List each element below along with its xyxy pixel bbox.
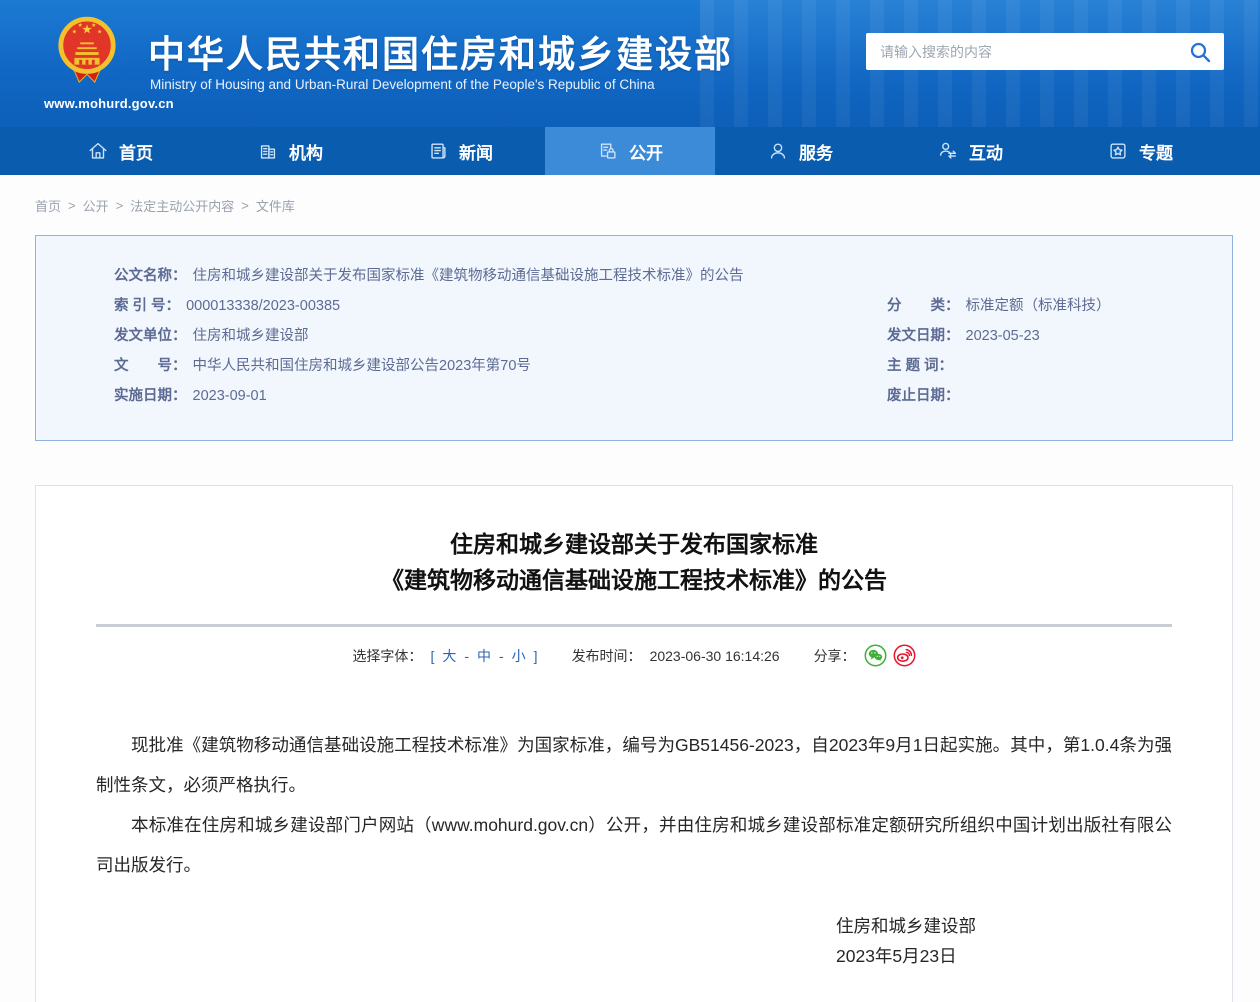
meta-doc-number: 文 号： 中华人民共和国住房和城乡建设部公告2023年第70号 (114, 356, 531, 376)
breadcrumb-current: 文件库 (256, 196, 295, 215)
article-paragraph-2: 本标准在住房和城乡建设部门户网站（www.mohurd.gov.cn）公开，并由… (96, 805, 1172, 885)
meta-implementation-date: 实施日期： 2023-09-01 (114, 386, 267, 406)
signature-block: 住房和城乡建设部 2023年5月23日 (836, 911, 1172, 971)
national-emblem-icon: ★ ★ ★ ★ ★ (56, 12, 118, 96)
article-title-line1: 住房和城乡建设部关于发布国家标准 (36, 526, 1232, 562)
meta-value: 中华人民共和国住房和城乡建设部公告2023年第70号 (193, 358, 531, 374)
nav-label: 公开 (629, 139, 663, 164)
article-meta-row: 选择字体： [ 大 - 中 - 小] 发布时间： 2023-06-30 16:14:2… (36, 644, 1232, 667)
share-label: 分享： (814, 646, 856, 666)
nav-item-news[interactable]: 新闻 (375, 127, 545, 175)
font-size-small-button[interactable]: 小 (512, 646, 526, 666)
special-topic-icon (1107, 140, 1129, 162)
wechat-share-icon[interactable] (864, 644, 887, 667)
news-icon (427, 140, 449, 162)
nav-label: 互动 (969, 139, 1003, 164)
article-paragraph-1: 现批准《建筑物移动通信基础设施工程技术标准》为国家标准，编号为GB51456-2… (96, 725, 1172, 805)
organization-icon (257, 140, 279, 162)
title-divider (96, 624, 1172, 627)
nav-item-disclosure[interactable]: 公开 (545, 127, 715, 175)
meta-value: 住房和城乡建设部关于发布国家标准《建筑物移动通信基础设施工程技术标准》的公告 (193, 268, 744, 284)
document-meta-box: 公文名称： 住房和城乡建设部关于发布国家标准《建筑物移动通信基础设施工程技术标准》… (35, 235, 1233, 441)
meta-label: 公文名称： (114, 268, 187, 284)
font-bracket-close: ] (534, 648, 538, 664)
font-size-medium-button[interactable]: 中 (477, 646, 491, 666)
meta-subject-words: 主 题 词： (887, 356, 959, 376)
nav-item-interaction[interactable]: 互动 (885, 127, 1055, 175)
nav-item-home[interactable]: 首页 (35, 127, 205, 175)
font-bracket-open: [ (430, 648, 434, 664)
meta-label: 发文日期： (887, 328, 960, 344)
service-icon (767, 140, 789, 162)
meta-value: 2023-05-23 (966, 328, 1040, 344)
breadcrumb-separator: > (68, 198, 76, 213)
breadcrumb-disclosure[interactable]: 公开 (83, 196, 109, 215)
meta-label: 废止日期： (887, 388, 960, 404)
publish-time-label: 发布时间： (572, 646, 642, 666)
meta-label: 文 号： (114, 358, 187, 374)
font-separator: - (499, 648, 504, 664)
nav-label: 新闻 (459, 139, 493, 164)
site-title: 中华人民共和国住房和城乡建设部 (148, 24, 733, 78)
meta-label: 主 题 词： (887, 358, 953, 374)
nav-label: 首页 (119, 139, 153, 164)
main-navigation: 首页 机构 新闻 (0, 127, 1260, 175)
signature-organization: 住房和城乡建设部 (836, 911, 1172, 941)
svg-text:★: ★ (91, 22, 96, 29)
meta-label: 实施日期： (114, 388, 187, 404)
article-container: 住房和城乡建设部关于发布国家标准 《建筑物移动通信基础设施工程技术标准》的公告 … (35, 485, 1233, 1002)
search-button[interactable] (1188, 40, 1212, 64)
font-size-large-button[interactable]: 大 (442, 646, 456, 666)
search-icon (1188, 40, 1212, 64)
nav-label: 服务 (799, 139, 833, 164)
meta-label: 索 引 号： (114, 298, 180, 314)
nav-label: 机构 (289, 139, 323, 164)
nav-item-service[interactable]: 服务 (715, 127, 885, 175)
meta-issuer: 发文单位： 住房和城乡建设部 (114, 326, 309, 346)
nav-label: 专题 (1139, 139, 1173, 164)
interaction-icon (937, 140, 959, 162)
svg-text:★: ★ (97, 29, 102, 36)
article-title-line2: 《建筑物移动通信基础设施工程技术标准》的公告 (36, 562, 1232, 598)
weibo-share-icon[interactable] (893, 644, 916, 667)
svg-text:★: ★ (72, 29, 77, 36)
breadcrumb-separator: > (116, 198, 124, 213)
meta-category: 分 类： 标准定额（标准科技） (887, 296, 1111, 316)
meta-value: 2023-09-01 (193, 388, 267, 404)
nav-item-special-topic[interactable]: 专题 (1055, 127, 1225, 175)
font-size-label: 选择字体： (352, 646, 422, 666)
meta-label: 发文单位： (114, 328, 187, 344)
signature-date: 2023年5月23日 (836, 941, 1172, 971)
meta-abolish-date: 废止日期： (887, 386, 966, 406)
home-icon (87, 140, 109, 162)
breadcrumb-separator: > (241, 198, 249, 213)
meta-publish-date: 发文日期： 2023-05-23 (887, 326, 1040, 346)
search-input[interactable] (880, 44, 1188, 60)
site-subtitle-english: Ministry of Housing and Urban-Rural Deve… (150, 77, 655, 92)
publish-time-value: 2023-06-30 16:14:26 (650, 648, 780, 664)
disclosure-icon (597, 140, 619, 162)
page: ★ ★ ★ ★ ★ www.mohurd.gov.cn 中华人民共和国住房和城乡… (0, 0, 1260, 1002)
font-separator: - (464, 648, 469, 664)
site-header: ★ ★ ★ ★ ★ www.mohurd.gov.cn 中华人民共和国住房和城乡… (0, 0, 1260, 127)
article-body: 现批准《建筑物移动通信基础设施工程技术标准》为国家标准，编号为GB51456-2… (36, 725, 1232, 971)
site-url: www.mohurd.gov.cn (44, 96, 174, 111)
meta-value: 000013338/2023-00385 (186, 298, 340, 314)
meta-value: 标准定额（标准科技） (966, 298, 1111, 314)
meta-label: 分 类： (887, 298, 960, 314)
meta-index-number: 索 引 号： 000013338/2023-00385 (114, 296, 340, 316)
search-box[interactable] (866, 33, 1224, 70)
meta-doc-name: 公文名称： 住房和城乡建设部关于发布国家标准《建筑物移动通信基础设施工程技术标准》… (114, 266, 744, 286)
meta-value: 住房和城乡建设部 (193, 328, 309, 344)
nav-item-organization[interactable]: 机构 (205, 127, 375, 175)
svg-text:★: ★ (78, 22, 83, 29)
breadcrumb-home[interactable]: 首页 (35, 196, 61, 215)
breadcrumb: 首页 > 公开 > 法定主动公开内容 > 文件库 (35, 196, 295, 215)
breadcrumb-statutory-content[interactable]: 法定主动公开内容 (130, 196, 234, 215)
